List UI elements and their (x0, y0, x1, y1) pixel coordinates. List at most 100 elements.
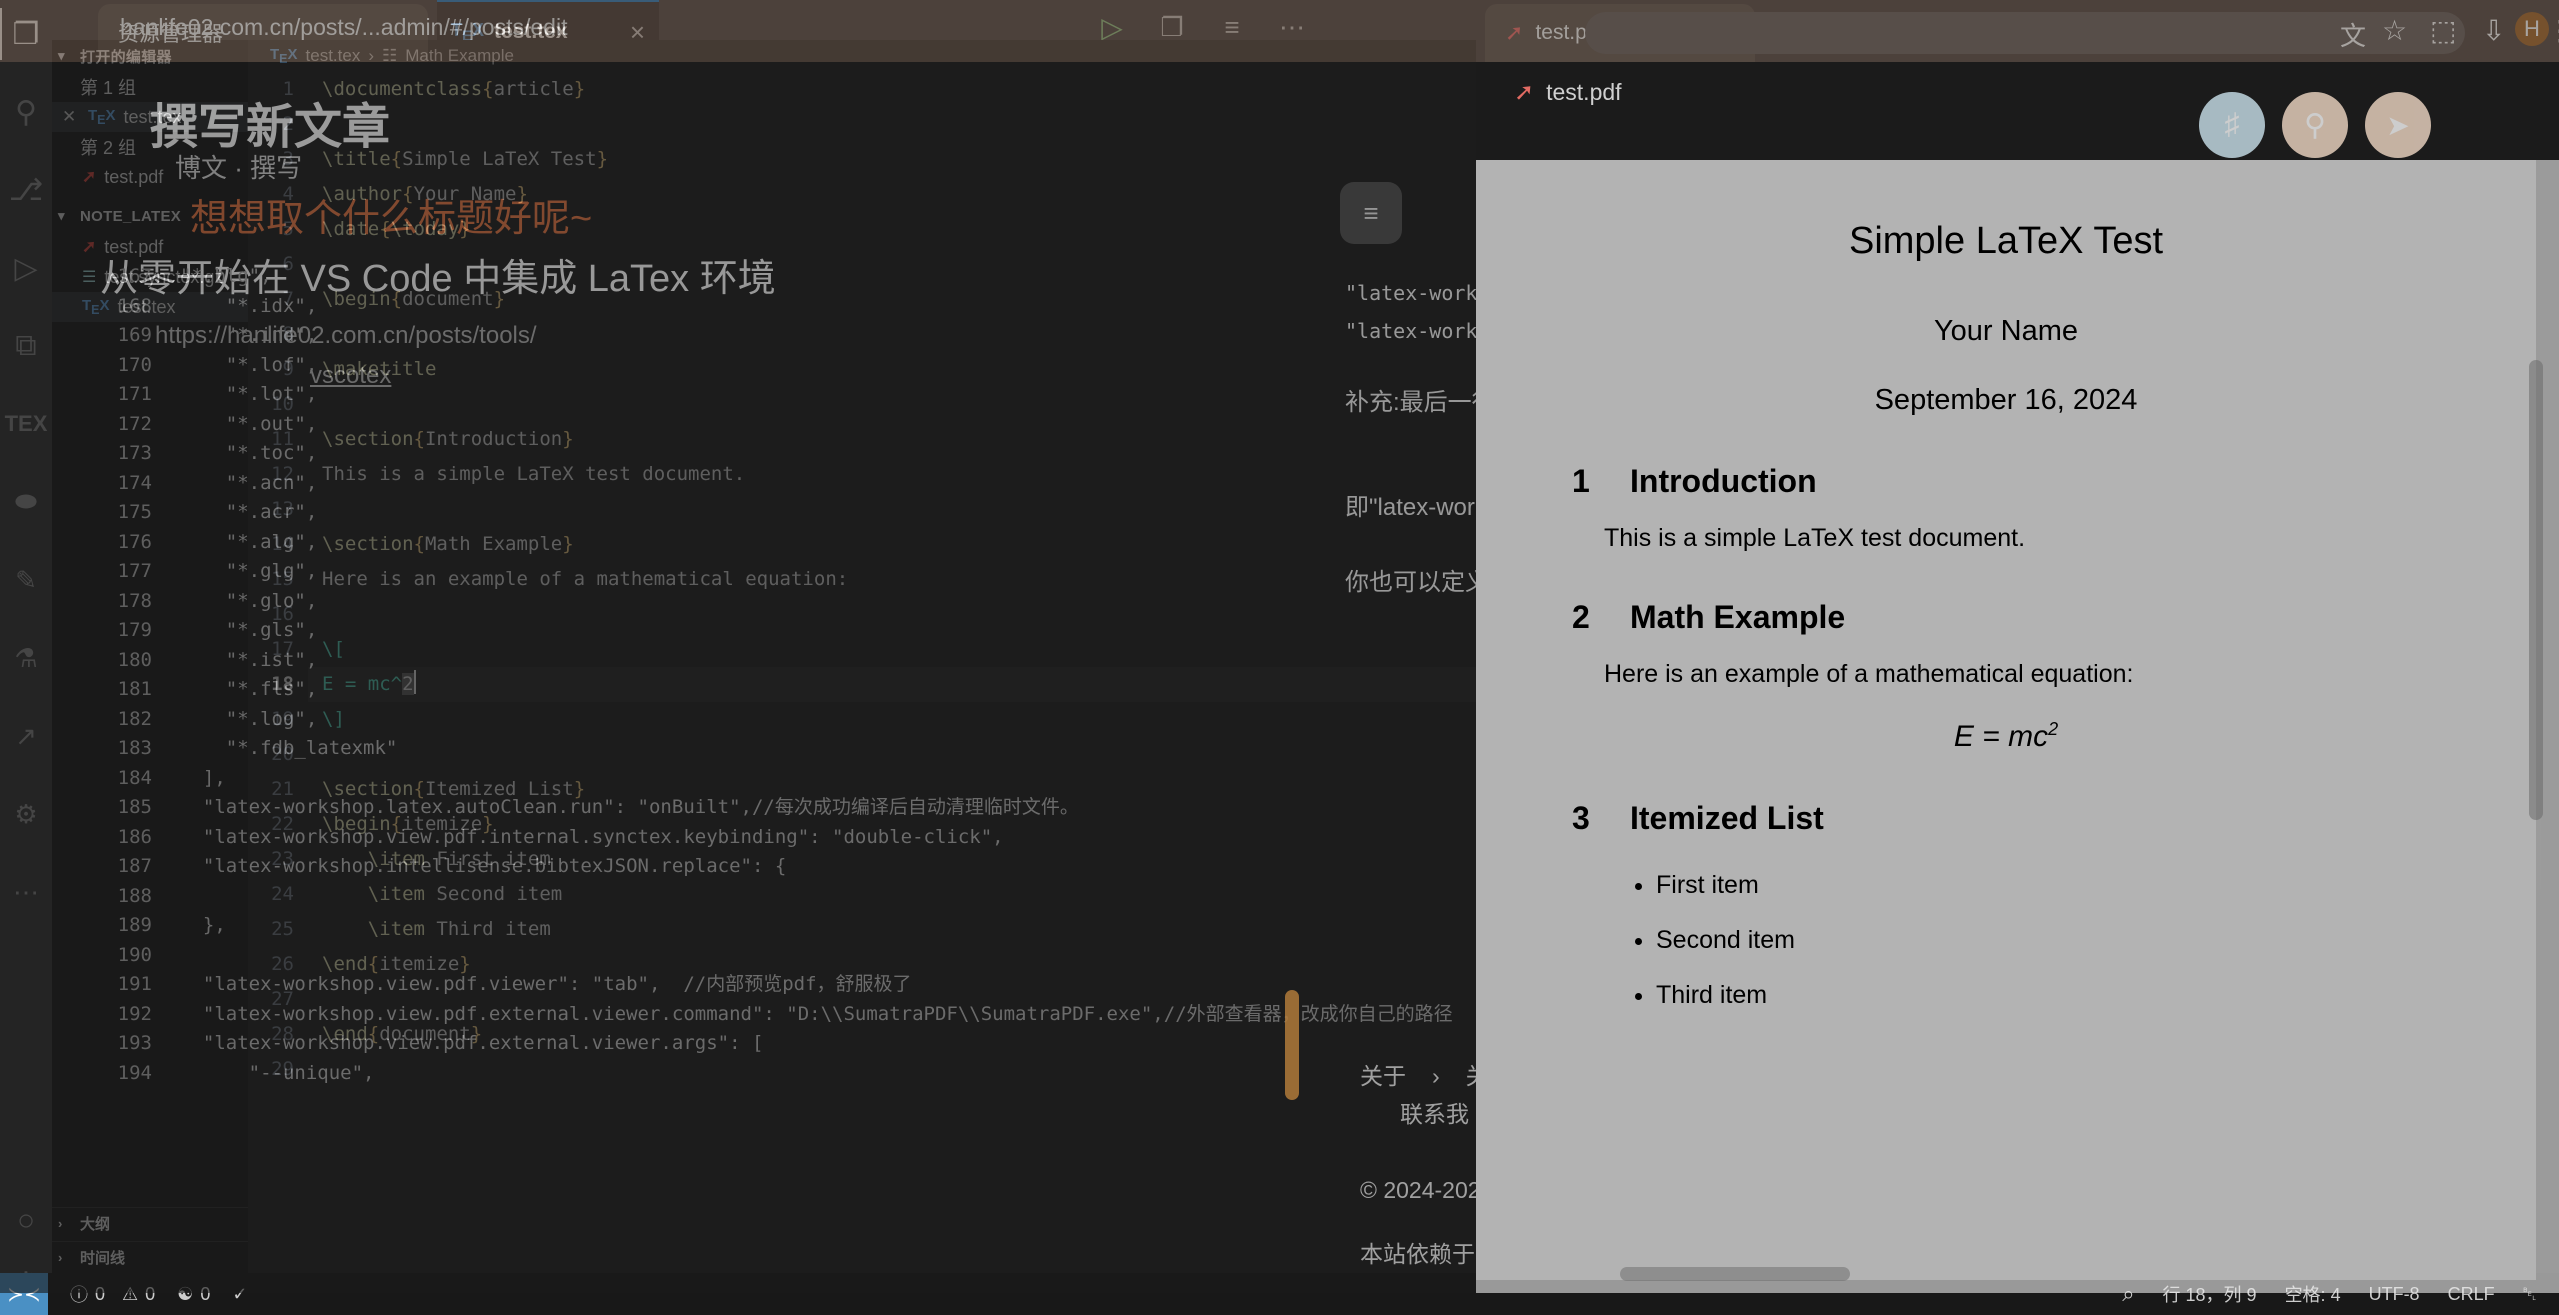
line-source[interactable]: \documentclass{article} (308, 72, 1476, 107)
line-source[interactable] (308, 247, 1476, 282)
view-pdf-button[interactable]: ❐ (1155, 10, 1189, 44)
line-source[interactable]: \begin{itemize} (308, 807, 1476, 842)
code-line[interactable]: 11 \section{Introduction} (248, 422, 1476, 457)
line-source[interactable]: \author{Your Name} (308, 177, 1476, 212)
code-line[interactable]: 7 \begin{document} (248, 282, 1476, 317)
zoom-icon[interactable]: ⌕ (2122, 1281, 2134, 1307)
code-line[interactable]: 10 (248, 387, 1476, 422)
sidebar-item-source-control[interactable]: ⎇ (0, 164, 52, 216)
sidebar-item-settings-alt[interactable]: ⚙ (0, 788, 52, 840)
line-source[interactable] (308, 317, 1476, 352)
line-source[interactable]: \section{Introduction} (308, 422, 1476, 457)
code-line[interactable]: 25 \item Third item (248, 912, 1476, 947)
status-ports[interactable]: ☯ 0 (177, 1284, 210, 1305)
code-line[interactable]: 24 \item Second item (248, 877, 1476, 912)
cursor-position[interactable]: 行 18，列 9 (2163, 1281, 2257, 1307)
sidebar-item-pencil[interactable]: ✎ (0, 554, 52, 606)
timeline-section-header[interactable]: › 时间线 (52, 1241, 248, 1273)
outline-section-header[interactable]: › 大纲 (52, 1207, 248, 1239)
code-line[interactable]: 14 \section{Math Example} (248, 527, 1476, 562)
search-fab[interactable]: ⚲ (2282, 92, 2348, 158)
open-editor-test-tex[interactable]: ✕ TEX test.tex (52, 102, 248, 132)
pdf-viewer-tab[interactable]: ➚ test.pdf (1514, 78, 1622, 107)
indentation[interactable]: 空格: 4 (2285, 1281, 2341, 1307)
sidebar-item-extensions[interactable]: ⧉ (0, 320, 52, 372)
code-line[interactable]: 18 E = mc^2 (248, 667, 1476, 702)
line-source[interactable]: \section{Itemized List} (308, 772, 1476, 807)
line-source[interactable]: \title{Simple LaTeX Test} (308, 142, 1476, 177)
code-line[interactable]: 17 \[ (248, 632, 1476, 667)
breadcrumb-file[interactable]: test.tex (306, 46, 361, 66)
more-actions-button[interactable]: ⋯ (1275, 10, 1309, 44)
line-source[interactable]: E = mc^2 (308, 667, 1476, 702)
line-source[interactable]: \maketitle (308, 352, 1476, 387)
sidebar-item-testing[interactable]: ⚗ (0, 632, 52, 684)
line-source[interactable]: \end{document} (308, 1017, 1476, 1052)
code-line[interactable]: 2 (248, 107, 1476, 142)
pdf-vertical-scrollbar[interactable] (2529, 360, 2543, 820)
eol-sequence[interactable]: CRLF (2448, 1284, 2495, 1305)
line-source[interactable] (308, 982, 1476, 1017)
code-line[interactable]: 12 This is a simple LaTeX test document. (248, 457, 1476, 492)
sidebar-item-latex-workshop[interactable]: TEX (0, 398, 52, 450)
pdf-horizontal-scrollbar[interactable] (1620, 1267, 1850, 1281)
line-source[interactable]: \item Second item (308, 877, 1476, 912)
line-source[interactable] (308, 107, 1476, 142)
open-editor-test-pdf[interactable]: ➚ test.pdf (52, 162, 248, 192)
line-source[interactable]: \item Third item (308, 912, 1476, 947)
code-line[interactable]: 3 \title{Simple LaTeX Test} (248, 142, 1476, 177)
code-line[interactable]: 19 \] (248, 702, 1476, 737)
accounts-icon[interactable]: ○ (0, 1195, 52, 1247)
run-build-button[interactable]: ▷ (1095, 10, 1129, 44)
pdf-page-surface[interactable]: Simple LaTeX Test Your Name September 16… (1476, 160, 2536, 1280)
line-source[interactable] (308, 1052, 1476, 1087)
line-source[interactable] (308, 597, 1476, 632)
sidebar-item-chat[interactable]: ⬬ (0, 476, 52, 528)
line-source[interactable]: \[ (308, 632, 1476, 667)
code-line[interactable]: 21 \section{Itemized List} (248, 772, 1476, 807)
hash-fab[interactable]: ♯ (2199, 92, 2265, 158)
file-item-test-tex[interactable]: TEX test.tex (52, 292, 248, 322)
sidebar-item-run-and-debug[interactable]: ▷ (0, 242, 52, 294)
line-source[interactable] (308, 387, 1476, 422)
line-source[interactable]: \begin{document} (308, 282, 1476, 317)
code-line[interactable]: 16 (248, 597, 1476, 632)
status-build-check[interactable]: ✓ (232, 1284, 247, 1305)
code-line[interactable]: 6 (248, 247, 1476, 282)
line-source[interactable]: This is a simple LaTeX test document. (308, 457, 1476, 492)
close-icon[interactable]: ✕ (62, 107, 80, 127)
code-line[interactable]: 13 (248, 492, 1476, 527)
code-line[interactable]: 8 (248, 317, 1476, 352)
code-line[interactable]: 4 \author{Your Name} (248, 177, 1476, 212)
line-source[interactable]: \section{Math Example} (308, 527, 1476, 562)
line-source[interactable]: \end{itemize} (308, 947, 1476, 982)
open-editors-header[interactable]: ▾ 打开的编辑器 (52, 40, 248, 72)
line-source[interactable]: \] (308, 702, 1476, 737)
code-line[interactable]: 20 (248, 737, 1476, 772)
sidebar-item-explorer[interactable]: ❐ (0, 8, 52, 60)
line-source[interactable]: \date{\today} (308, 212, 1476, 247)
editor-vertical-scrollbar[interactable] (1285, 990, 1299, 1100)
sidebar-item-search[interactable]: ⚲ (0, 86, 52, 138)
code-line[interactable]: 5 \date{\today} (248, 212, 1476, 247)
breadcrumb[interactable]: TEX test.tex › ☷ Math Example (248, 40, 1476, 72)
sidebar-item-graph[interactable]: ↗ (0, 710, 52, 762)
sidebar-item-more[interactable]: ⋯ (0, 866, 52, 918)
line-source[interactable]: \item First item (308, 842, 1476, 877)
code-line[interactable]: 23 \item First item (248, 842, 1476, 877)
file-item-test-pdf[interactable]: ➚ test.pdf (52, 232, 248, 262)
status-errors[interactable]: ⓘ 0 ⚠ 0 (70, 1281, 155, 1307)
remote-window-button[interactable]: ≻≺ (0, 1273, 48, 1315)
breadcrumb-symbol[interactable]: Math Example (405, 46, 514, 66)
line-source[interactable]: Here is an example of a mathematical equ… (308, 562, 1476, 597)
code-line[interactable]: 15 Here is an example of a mathematical e… (248, 562, 1476, 597)
encoding[interactable]: UTF-8 (2369, 1284, 2420, 1305)
notifications-bell-icon[interactable]: ␇ (2523, 1284, 2537, 1305)
split-editor-down-button[interactable]: ≡ (1215, 10, 1249, 44)
file-item-test-synctex[interactable]: ☰ test.synctex.gz (52, 262, 248, 292)
send-fab[interactable]: ➤ (2365, 92, 2431, 158)
code-line[interactable]: 1 \documentclass{article} (248, 72, 1476, 107)
folder-header[interactable]: ▾ NOTE_LATEX (52, 200, 248, 232)
line-source[interactable] (308, 492, 1476, 527)
line-source[interactable] (308, 737, 1476, 772)
